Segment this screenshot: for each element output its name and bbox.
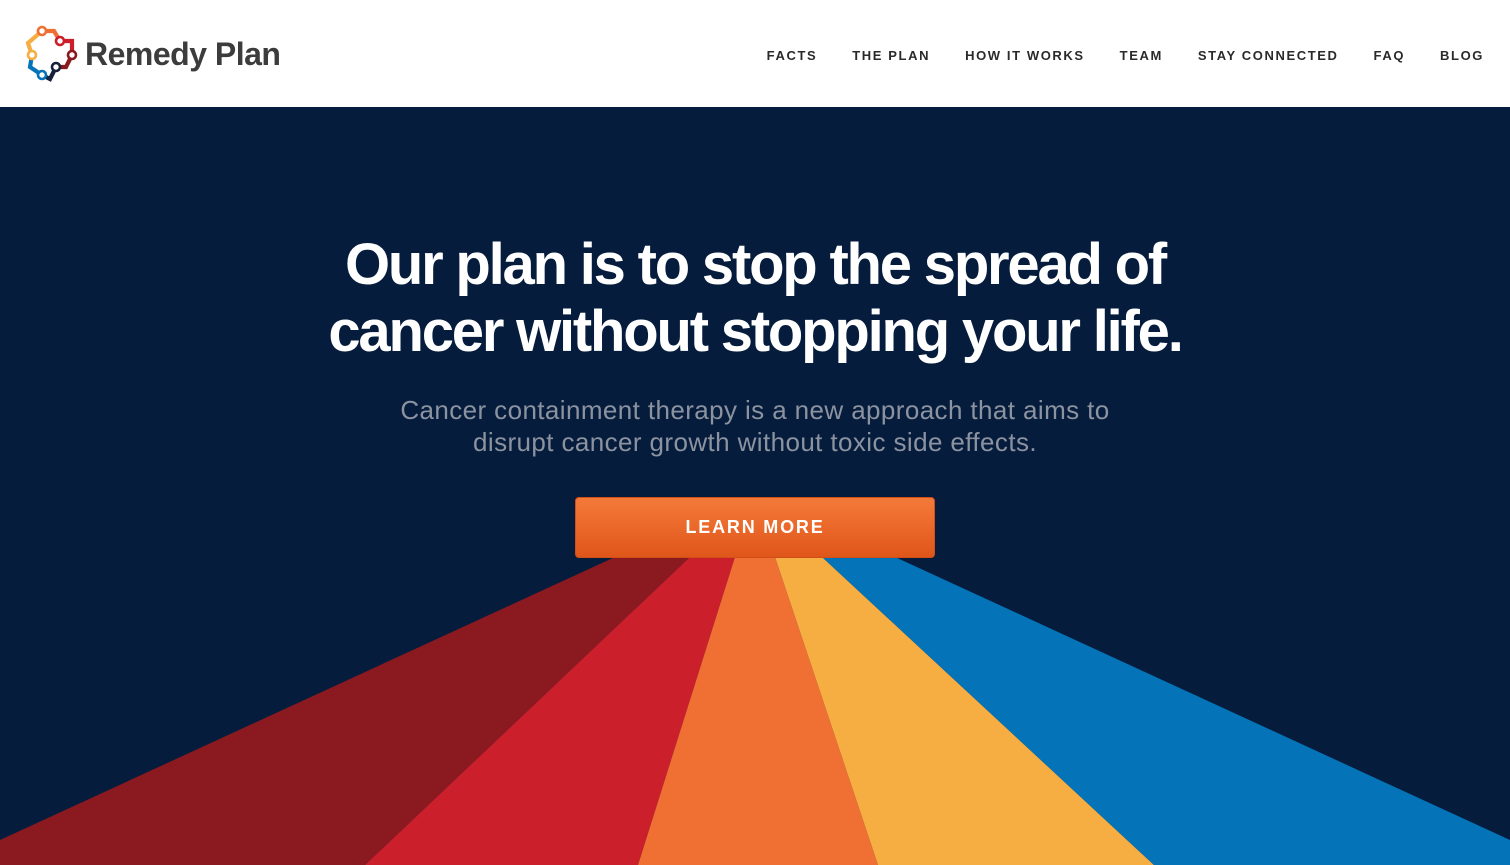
site-header: Remedy Plan FACTS THE PLAN HOW IT WORKS …: [0, 0, 1510, 107]
hero-headline: Our plan is to stop the spread of cancer…: [255, 231, 1255, 365]
nav-item-faq[interactable]: FAQ: [1374, 47, 1406, 65]
nav-item-blog[interactable]: BLOG: [1440, 47, 1484, 65]
headline-line-2: cancer without stopping your life.: [328, 299, 1183, 364]
hero-subheading: Cancer containment therapy is a new appr…: [345, 394, 1165, 458]
nav-item-how-it-works[interactable]: HOW IT WORKS: [965, 47, 1085, 65]
nav-item-the-plan[interactable]: THE PLAN: [852, 47, 930, 65]
remedy-plan-logo-icon: [25, 25, 78, 82]
main-nav: FACTS THE PLAN HOW IT WORKS TEAM STAY CO…: [767, 47, 1484, 65]
subhead-line-2: disrupt cancer growth without toxic side…: [473, 427, 1037, 457]
brand-name: Remedy Plan: [85, 35, 281, 72]
nav-item-facts[interactable]: FACTS: [767, 47, 818, 65]
hero-section: Our plan is to stop the spread of cancer…: [0, 107, 1510, 865]
color-rays-graphic: [0, 557, 1510, 865]
nav-item-team[interactable]: TEAM: [1120, 47, 1163, 65]
subhead-line-1: Cancer containment therapy is a new appr…: [400, 395, 1110, 425]
learn-more-button[interactable]: LEARN MORE: [575, 497, 935, 558]
brand-logo-link[interactable]: Remedy Plan: [24, 24, 281, 84]
headline-line-1: Our plan is to stop the spread of: [344, 232, 1167, 297]
nav-item-stay-connected[interactable]: STAY CONNECTED: [1198, 47, 1339, 65]
